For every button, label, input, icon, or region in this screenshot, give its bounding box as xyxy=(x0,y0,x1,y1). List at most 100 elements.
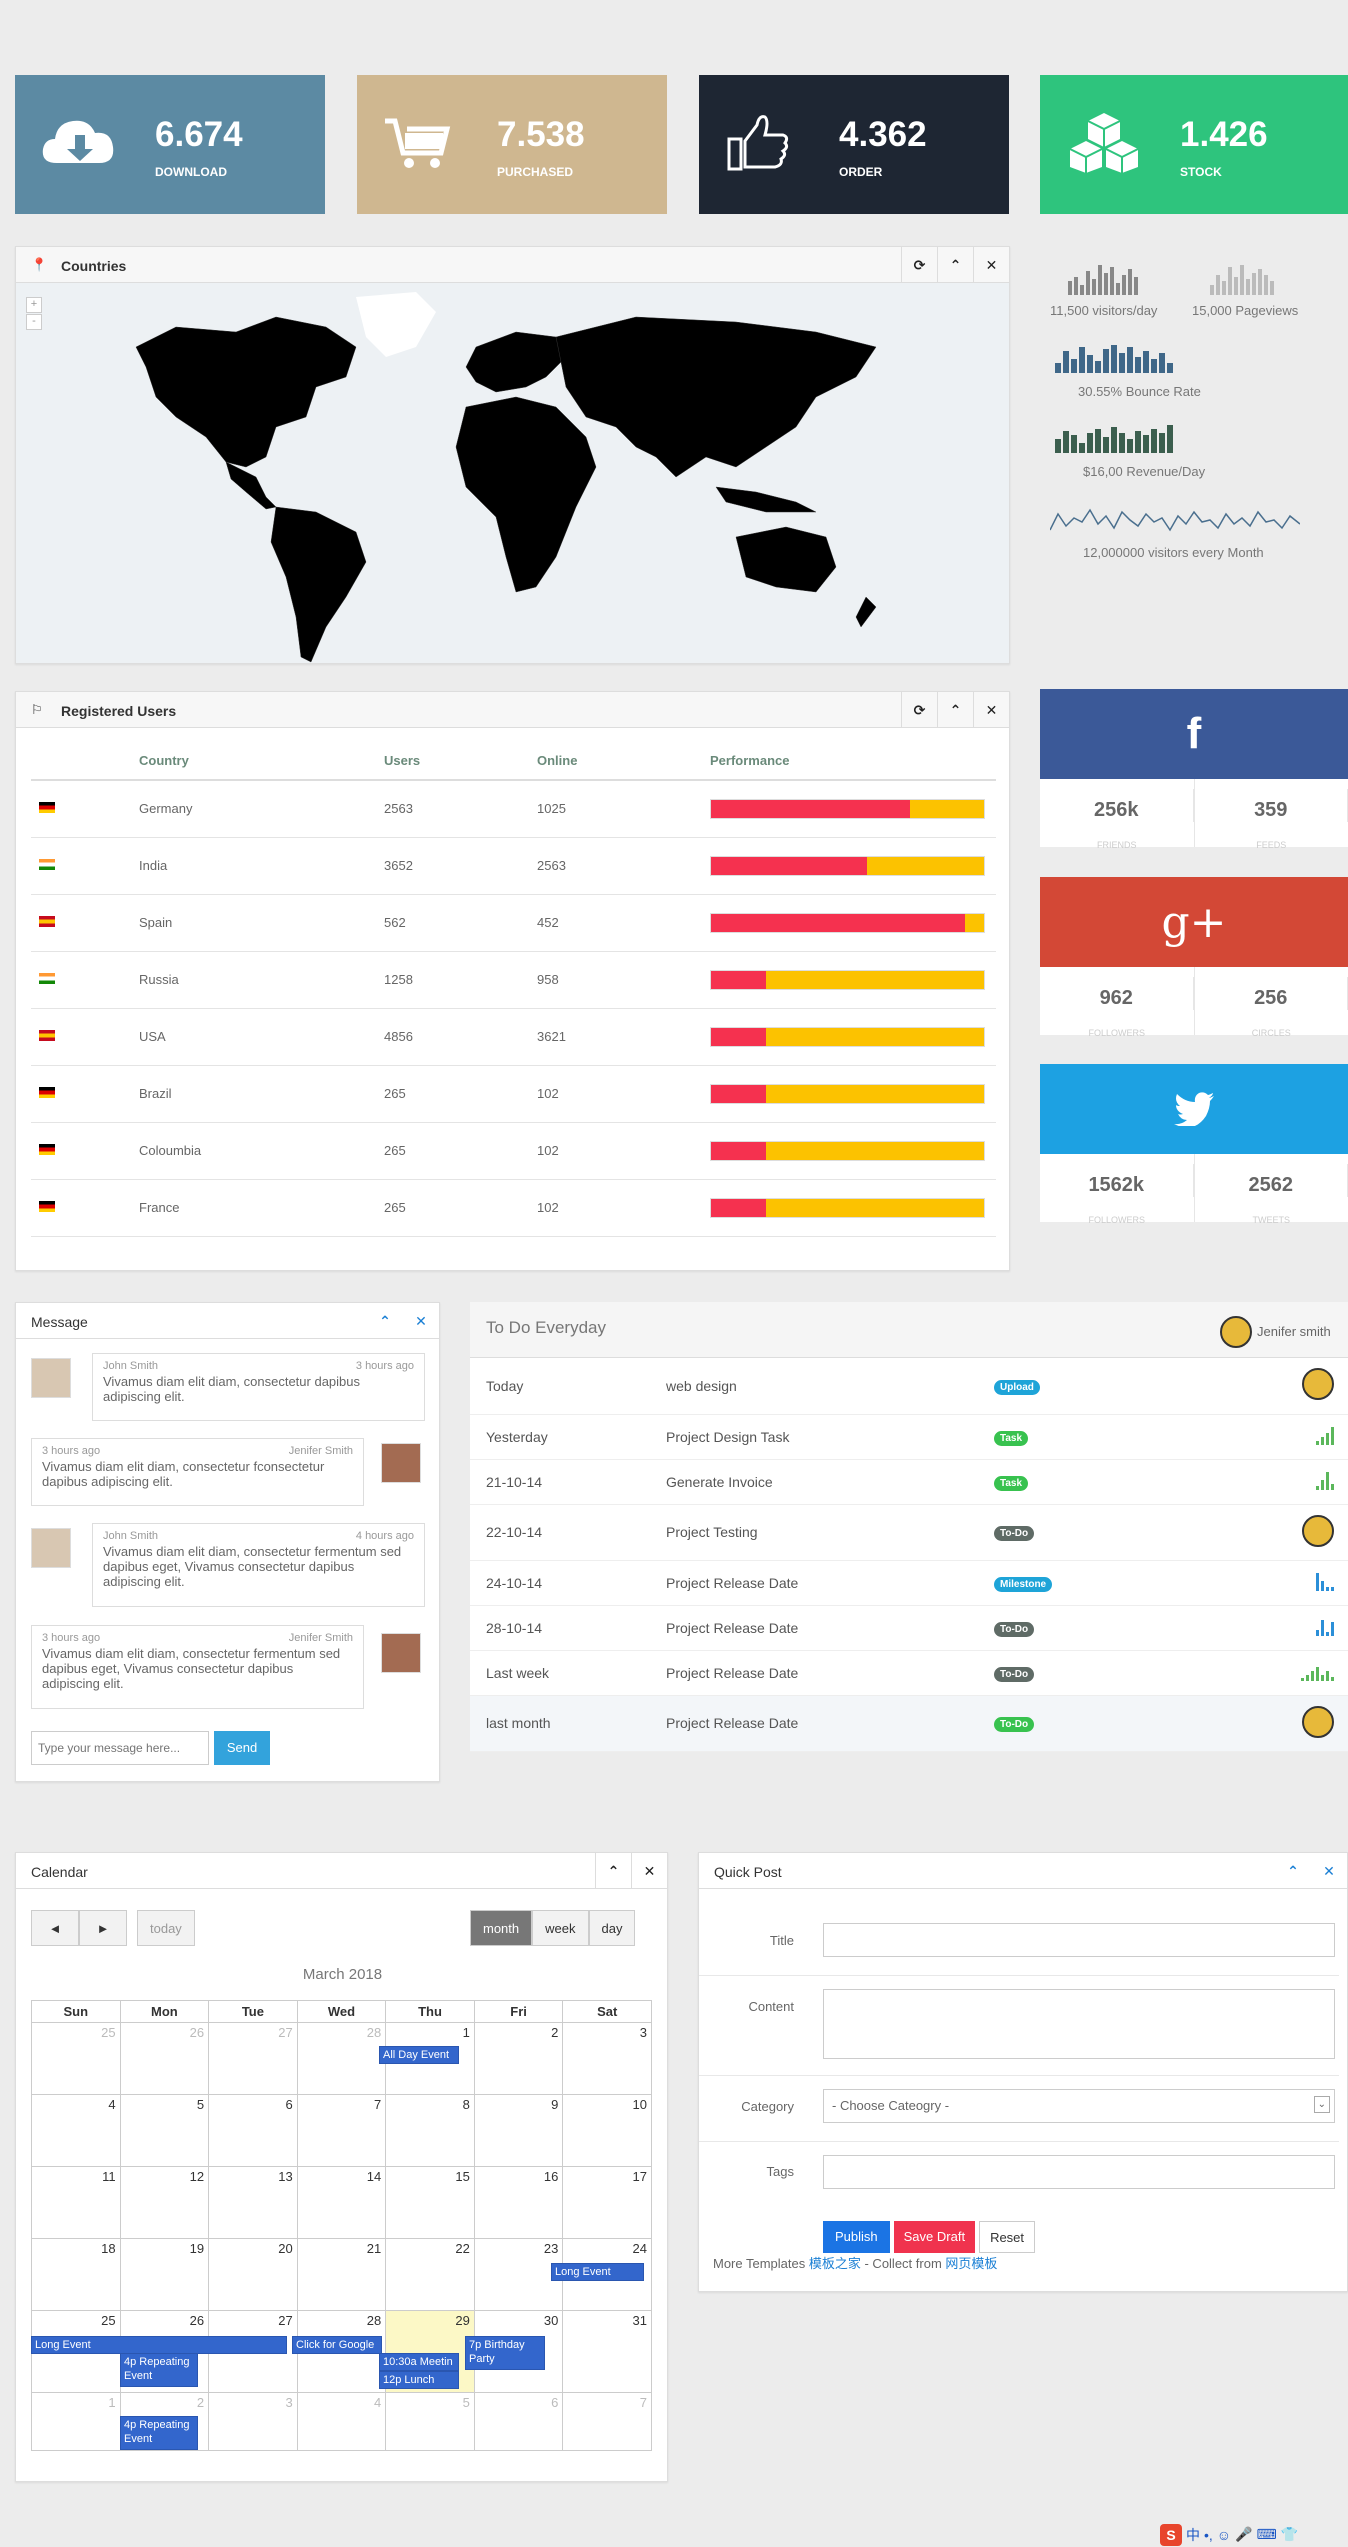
reset-button[interactable]: Reset xyxy=(979,2221,1036,2253)
calendar-day[interactable]: 1 xyxy=(31,2392,121,2451)
calendar-day[interactable]: 26 xyxy=(119,2022,210,2095)
calendar-day[interactable]: 14 xyxy=(296,2166,387,2239)
calendar-day[interactable]: 2 xyxy=(473,2022,564,2095)
close-icon[interactable]: ✕ xyxy=(403,1303,439,1339)
mic-icon[interactable]: 🎤 xyxy=(1235,2526,1252,2543)
chinese-mode-icon[interactable]: 中 xyxy=(1186,2525,1200,2545)
title-input[interactable] xyxy=(823,1923,1335,1957)
calendar-day[interactable]: 27 xyxy=(208,2022,298,2095)
map-zoom-in[interactable]: + xyxy=(26,297,42,313)
ime-toolbar[interactable]: S 中 •, ☺ 🎤 ⌨ 👕 xyxy=(1160,2522,1348,2547)
today-button[interactable]: today xyxy=(137,1910,195,1946)
calendar-day[interactable]: 4 xyxy=(296,2392,387,2451)
calendar-day[interactable]: 3 xyxy=(562,2022,652,2095)
keyboard-icon[interactable]: ⌨ xyxy=(1257,2526,1277,2543)
col-performance[interactable]: Performance xyxy=(710,742,996,781)
calendar-event[interactable]: 4p Repeating Event xyxy=(120,2353,198,2387)
googleplus-icon[interactable]: g+ xyxy=(1040,877,1348,967)
map-zoom-out[interactable]: - xyxy=(26,314,42,330)
calendar-event[interactable]: Long Event xyxy=(551,2263,644,2281)
send-button[interactable]: Send xyxy=(214,1731,270,1765)
close-icon[interactable]: ✕ xyxy=(973,692,1009,728)
revenue-sparkline xyxy=(1055,425,1173,453)
category-select[interactable]: - Choose Cateogry - ⌄ xyxy=(823,2089,1335,2123)
calendar-event[interactable]: 4p Repeating Event xyxy=(120,2416,198,2450)
sogou-icon[interactable]: S xyxy=(1160,2523,1182,2546)
world-map[interactable] xyxy=(116,287,916,667)
next-month-button[interactable]: ► xyxy=(79,1910,127,1946)
calendar-day[interactable]: 16 xyxy=(473,2166,564,2239)
col-users[interactable]: Users xyxy=(384,742,537,781)
todo-row[interactable]: Last week Project Release Date To-Do xyxy=(470,1650,1348,1695)
todo-row[interactable]: 28-10-14 Project Release Date To-Do xyxy=(470,1605,1348,1650)
save-draft-button[interactable]: Save Draft xyxy=(893,2221,976,2253)
calendar-day[interactable]: 10 xyxy=(562,2094,652,2167)
todo-row[interactable]: Today web design Upload xyxy=(470,1358,1348,1414)
calendar-day[interactable]: 9 xyxy=(473,2094,564,2167)
col-country[interactable]: Country xyxy=(139,742,384,781)
close-icon[interactable]: ✕ xyxy=(1311,1853,1347,1889)
col-online[interactable]: Online xyxy=(537,742,710,781)
punctuation-icon[interactable]: •, xyxy=(1204,2527,1213,2543)
refresh-icon[interactable]: ⟳ xyxy=(901,692,937,728)
todo-row[interactable]: Yesterday Project Design Task Task xyxy=(470,1414,1348,1459)
calendar-day[interactable]: 8 xyxy=(385,2094,475,2167)
calendar-day[interactable]: 5 xyxy=(385,2392,475,2451)
calendar-event[interactable]: 12p Lunch xyxy=(379,2371,459,2389)
calendar-event[interactable]: Long Event xyxy=(31,2336,287,2354)
facebook-icon[interactable]: f xyxy=(1040,689,1348,779)
webpage-link[interactable]: 网页模板 xyxy=(945,2256,997,2271)
todo-row[interactable]: 21-10-14 Generate Invoice Task xyxy=(470,1459,1348,1504)
calendar-event[interactable]: 7p Birthday Party xyxy=(465,2336,545,2370)
skin-icon[interactable]: 👕 xyxy=(1281,2526,1298,2543)
close-icon[interactable]: ✕ xyxy=(631,1853,667,1889)
prev-month-button[interactable]: ◄ xyxy=(31,1910,79,1946)
calendar-day[interactable]: 15 xyxy=(385,2166,475,2239)
todo-row[interactable]: last month Project Release Date To-Do xyxy=(470,1695,1348,1751)
calendar-event[interactable]: 10:30a Meetin xyxy=(379,2353,459,2371)
collapse-icon[interactable]: ⌃ xyxy=(1275,1853,1311,1889)
message-input[interactable] xyxy=(31,1731,209,1765)
collapse-icon[interactable]: ⌃ xyxy=(937,692,973,728)
collapse-icon[interactable]: ⌃ xyxy=(367,1303,403,1339)
calendar-day[interactable]: 18 xyxy=(31,2238,121,2311)
day-view-button[interactable]: day xyxy=(588,1910,636,1946)
calendar-day[interactable]: 3 xyxy=(208,2392,298,2451)
collapse-icon[interactable]: ⌃ xyxy=(595,1853,631,1889)
week-view-button[interactable]: week xyxy=(532,1910,589,1946)
calendar-day[interactable]: 5 xyxy=(119,2094,210,2167)
calendar-day[interactable]: 31 xyxy=(562,2310,652,2393)
calendar-day[interactable]: 28 xyxy=(296,2022,387,2095)
calendar-day[interactable]: 12 xyxy=(119,2166,210,2239)
calendar-day[interactable]: 19 xyxy=(119,2238,210,2311)
emoji-icon[interactable]: ☺ xyxy=(1217,2527,1231,2543)
calendar-day[interactable]: 11 xyxy=(31,2166,121,2239)
close-icon[interactable]: ✕ xyxy=(973,247,1009,283)
collapse-icon[interactable]: ⌃ xyxy=(937,247,973,283)
todo-row[interactable]: 22-10-14 Project Testing To-Do xyxy=(470,1504,1348,1560)
calendar-day[interactable]: 13 xyxy=(208,2166,298,2239)
tags-input[interactable] xyxy=(823,2155,1335,2189)
twitter-icon[interactable] xyxy=(1040,1064,1348,1154)
calendar-day[interactable]: 21 xyxy=(296,2238,387,2311)
template-link[interactable]: 模板之家 xyxy=(809,2256,861,2271)
calendar-event[interactable]: Click for Google xyxy=(292,2336,382,2354)
calendar-day[interactable]: 6 xyxy=(208,2094,298,2167)
table-row: France 265 102 xyxy=(31,1179,996,1237)
calendar-day[interactable]: 25 xyxy=(31,2022,121,2095)
calendar-day[interactable]: 17 xyxy=(562,2166,652,2239)
calendar-day[interactable]: 4 xyxy=(31,2094,121,2167)
month-view-button[interactable]: month xyxy=(470,1910,533,1946)
publish-button[interactable]: Publish xyxy=(823,2221,890,2253)
calendar-day[interactable]: 22 xyxy=(385,2238,475,2311)
calendar-day[interactable]: 7 xyxy=(562,2392,652,2451)
content-textarea[interactable] xyxy=(823,1989,1335,2059)
calendar-day[interactable]: 23 xyxy=(473,2238,564,2311)
calendar-day[interactable]: 7 xyxy=(296,2094,387,2167)
refresh-icon[interactable]: ⟳ xyxy=(901,247,937,283)
calendar-day[interactable]: 20 xyxy=(208,2238,298,2311)
users-cell: 4856 xyxy=(384,1008,537,1066)
calendar-event[interactable]: All Day Event xyxy=(379,2046,459,2064)
calendar-day[interactable]: 6 xyxy=(473,2392,564,2451)
todo-row[interactable]: 24-10-14 Project Release Date Milestone xyxy=(470,1560,1348,1605)
